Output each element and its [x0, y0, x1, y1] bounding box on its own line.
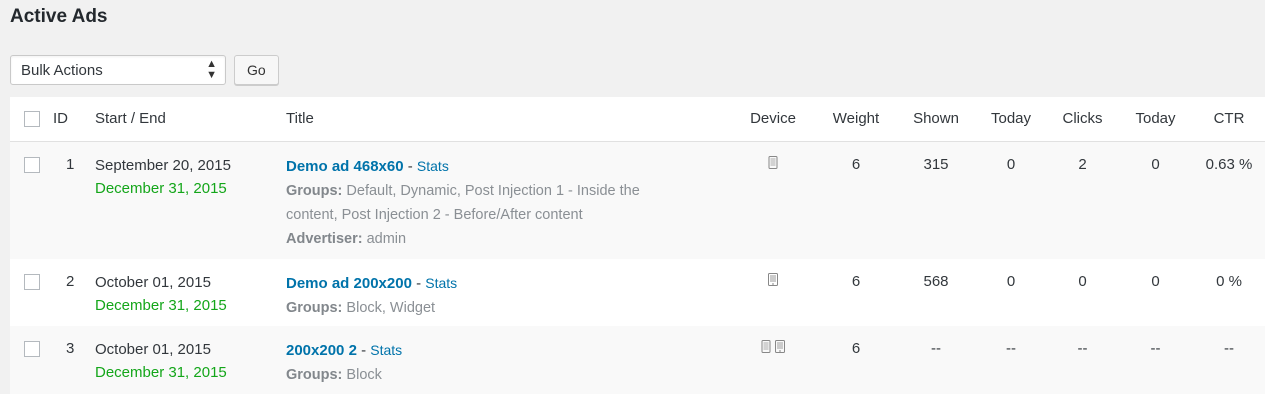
advertiser-label: Advertiser: [286, 230, 363, 247]
end-date: December 31, 2015 [95, 297, 227, 314]
ad-title-link[interactable]: Demo ad 468x60 [286, 158, 404, 175]
stats-link[interactable]: Stats [425, 275, 457, 291]
groups-label: Groups: [286, 367, 343, 383]
table-row: 1 September 20, 2015 December 31, 2015 D… [10, 141, 1265, 259]
title-separator: - [361, 342, 367, 359]
end-date: December 31, 2015 [95, 179, 227, 197]
ctr-value: 0 % [1216, 273, 1242, 290]
shown-value: 315 [923, 155, 949, 173]
col-id: ID [53, 110, 68, 128]
table-row: 2 October 01, 2015 December 31, 2015 Dem… [10, 259, 1265, 326]
start-date: October 01, 2015 [95, 341, 211, 358]
col-start-end: Start / End [95, 110, 166, 128]
clicks-value: -- [1077, 340, 1088, 357]
ads-table: ID Start / End Title Device Weight Shown… [10, 97, 1265, 394]
start-date: September 20, 2015 [95, 156, 231, 174]
groups-value: Block [346, 367, 382, 383]
end-date: December 31, 2015 [95, 364, 227, 381]
col-weight: Weight [832, 110, 880, 128]
col-ctr: CTR [1213, 110, 1245, 128]
ctr-value: 0.63 % [1205, 155, 1253, 173]
advertiser-value: admin [366, 230, 407, 247]
col-device: Device [750, 110, 796, 128]
bulk-actions-select[interactable]: Bulk Actions ▲ ▼ [10, 55, 226, 85]
bulk-actions-selected: Bulk Actions [21, 61, 103, 79]
table-header-row: ID Start / End Title Device Weight Shown… [10, 97, 1265, 141]
page-title: Active Ads [10, 6, 108, 27]
today-shown-value: 0 [1006, 273, 1016, 290]
row-checkbox[interactable] [24, 341, 40, 357]
groups-label: Groups: [286, 182, 343, 199]
title-separator: - [416, 275, 422, 292]
weight-value: 6 [851, 273, 861, 290]
title-separator: - [407, 157, 413, 175]
col-today-shown: Today [990, 110, 1032, 128]
tablet-icon [768, 273, 778, 286]
today-shown-value: -- [1006, 340, 1016, 357]
select-all-checkbox[interactable] [24, 110, 40, 127]
table-row: 3 October 01, 2015 December 31, 2015 200… [10, 326, 1265, 394]
ad-title-link[interactable]: 200x200 2 [286, 342, 357, 359]
row-checkbox[interactable] [24, 156, 40, 173]
col-clicks: Clicks [1062, 110, 1103, 128]
shown-value: 568 [923, 273, 949, 290]
ad-id: 1 [66, 155, 75, 173]
stats-link[interactable]: Stats [417, 158, 449, 174]
mobile-icon [768, 155, 778, 169]
groups-value: Default, Dynamic, Post Injection 1 - Ins… [346, 182, 640, 199]
mobile-icon [761, 340, 771, 353]
groups-value: Block, Widget [346, 300, 436, 316]
shown-value: -- [931, 340, 941, 357]
ad-id: 3 [66, 340, 75, 357]
today-clicks-value: -- [1150, 340, 1161, 357]
ad-id: 2 [66, 273, 75, 290]
col-today-clicks: Today [1135, 110, 1176, 128]
select-arrows-icon: ▲ ▼ [206, 58, 217, 81]
groups-label: Groups: [286, 300, 343, 316]
ad-title-link[interactable]: Demo ad 200x200 [286, 275, 412, 292]
start-date: October 01, 2015 [95, 274, 211, 291]
tablet-icon [775, 340, 786, 353]
today-clicks-value: 0 [1151, 155, 1160, 173]
bulk-actions-toolbar: Bulk Actions ▲ ▼ Go [10, 55, 279, 85]
groups-value-cont: content, Post Injection 2 - Before/After… [286, 206, 583, 223]
col-title: Title [286, 110, 314, 128]
weight-value: 6 [851, 340, 861, 357]
stats-link[interactable]: Stats [370, 342, 402, 358]
today-clicks-value: 0 [1151, 273, 1160, 290]
go-button[interactable]: Go [234, 55, 279, 85]
clicks-value: 2 [1078, 155, 1087, 173]
weight-value: 6 [851, 155, 861, 173]
today-shown-value: 0 [1006, 155, 1016, 173]
ctr-value: -- [1224, 340, 1234, 357]
clicks-value: 0 [1078, 273, 1087, 290]
row-checkbox[interactable] [24, 274, 40, 290]
col-shown: Shown [913, 110, 959, 128]
